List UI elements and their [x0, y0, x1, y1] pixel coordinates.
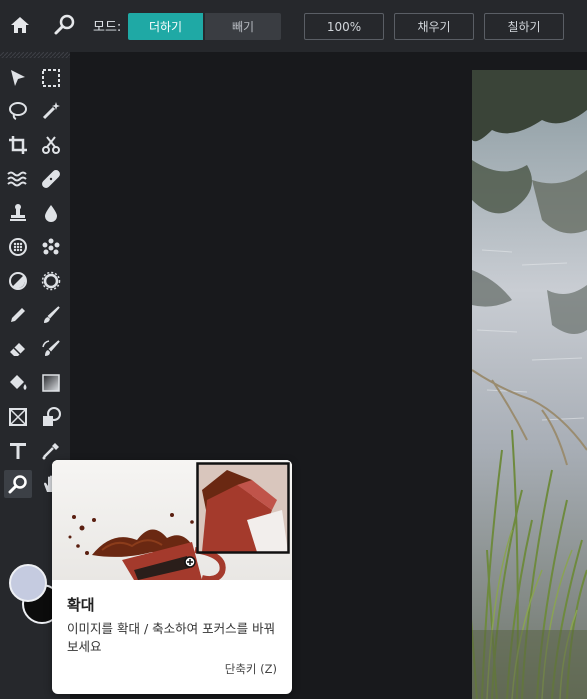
fill-button[interactable]: 채우기	[394, 13, 474, 40]
mode-subtract-button[interactable]: 빼기	[205, 13, 281, 40]
marquee-icon[interactable]	[37, 64, 65, 92]
panel-grip	[0, 52, 70, 58]
pencil-icon[interactable]	[4, 301, 32, 329]
shapes-icon[interactable]	[37, 403, 65, 431]
scissors-icon[interactable]	[37, 131, 65, 159]
paint-button[interactable]: 칠하기	[484, 13, 564, 40]
mode-add-button[interactable]: 더하기	[128, 13, 203, 40]
pixelate-icon[interactable]	[4, 233, 32, 261]
select-arrow-icon[interactable]	[4, 64, 32, 92]
tooltip-preview-image	[52, 460, 292, 580]
top-bar: 모드: 더하기 빼기 100% 채우기 칠하기	[0, 0, 587, 52]
dodge-icon[interactable]	[4, 267, 32, 295]
text-icon[interactable]	[4, 437, 32, 465]
lasso-icon[interactable]	[4, 97, 32, 125]
zoom-tool-tooltip: 확대 이미지를 확대 / 축소하여 포커스를 바꿔보세요 단축키 (Z)	[52, 460, 292, 694]
liquify-icon[interactable]	[4, 165, 32, 193]
magic-wand-icon[interactable]	[37, 97, 65, 125]
bucket-icon[interactable]	[4, 369, 32, 397]
mode-label: 모드:	[93, 20, 122, 35]
zoom-100-button[interactable]: 100%	[304, 13, 384, 40]
heal-icon[interactable]	[37, 165, 65, 193]
frame-icon[interactable]	[4, 403, 32, 431]
blur-drop-icon[interactable]	[37, 199, 65, 227]
brush-icon[interactable]	[37, 301, 65, 329]
home-icon[interactable]	[7, 12, 33, 38]
gradient-icon[interactable]	[37, 369, 65, 397]
tooltip-title: 확대	[67, 596, 95, 614]
zoom-icon[interactable]	[4, 470, 32, 498]
canvas-image[interactable]	[472, 70, 587, 699]
tooltip-description: 이미지를 확대 / 축소하여 포커스를 바꿔보세요	[67, 621, 276, 654]
scatter-icon[interactable]	[37, 233, 65, 261]
color-replace-icon[interactable]	[37, 335, 65, 363]
tooltip-shortcut: 단축키 (Z)	[224, 662, 277, 676]
sponge-icon[interactable]	[37, 267, 65, 295]
foreground-color-swatch[interactable]	[9, 564, 47, 602]
search-icon[interactable]	[52, 12, 78, 38]
stamp-icon[interactable]	[4, 199, 32, 227]
eraser-icon[interactable]	[4, 335, 32, 363]
crop-icon[interactable]	[4, 131, 32, 159]
